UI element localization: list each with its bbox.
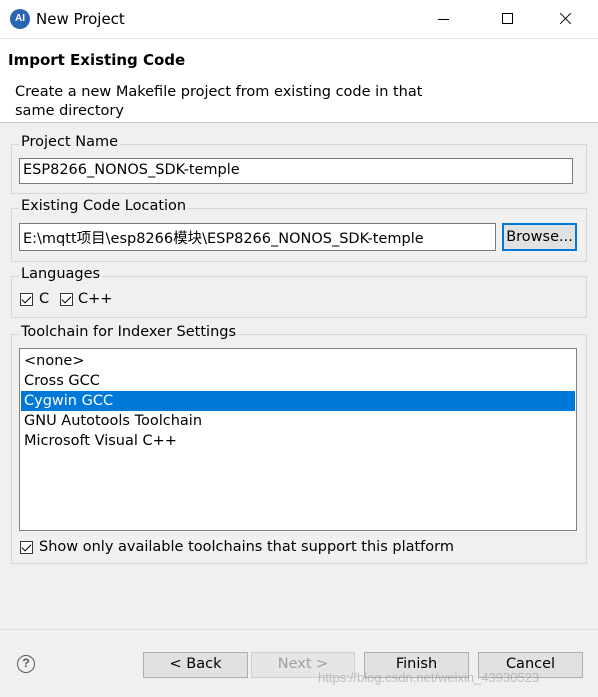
toolchain-option-msvc[interactable]: Microsoft Visual C++ (21, 431, 575, 451)
toolchain-option-cross-gcc[interactable]: Cross GCC (21, 371, 575, 391)
code-location-label: Existing Code Location (19, 198, 189, 214)
toolchain-label: Toolchain for Indexer Settings (19, 324, 239, 340)
app-logo-icon: AI (10, 9, 30, 29)
c-language-label: C (39, 291, 50, 307)
window-title: New Project (36, 10, 125, 28)
cpp-language-checkbox[interactable] (60, 293, 73, 306)
show-only-available-checkbox[interactable] (20, 541, 33, 554)
project-name-input[interactable]: ESP8266_NONOS_SDK-temple (19, 158, 573, 184)
languages-label: Languages (19, 266, 103, 282)
maximize-button[interactable] (484, 0, 530, 38)
browse-button[interactable]: Browse... (502, 223, 577, 251)
wizard-header: Import Existing Code Create a new Makefi… (0, 39, 598, 123)
footer-divider (0, 629, 598, 630)
project-name-label: Project Name (19, 134, 120, 150)
minimize-button[interactable] (420, 0, 466, 38)
show-only-available-label: Show only available toolchains that supp… (39, 539, 454, 555)
toolchain-list[interactable]: <none> Cross GCC Cygwin GCC GNU Autotool… (19, 348, 577, 531)
toolchain-option-cygwin-gcc[interactable]: Cygwin GCC (21, 391, 575, 411)
close-button[interactable] (542, 0, 588, 38)
c-language-checkbox[interactable] (20, 293, 33, 306)
cpp-language-label: C++ (78, 291, 113, 307)
help-icon[interactable]: ? (17, 655, 35, 673)
watermark-text: https://blog.csdn.net/weixin_43930523 (318, 670, 540, 685)
wizard-title: Import Existing Code (8, 51, 186, 69)
toolchain-option-none[interactable]: <none> (21, 351, 575, 371)
toolchain-option-gnu-autotools[interactable]: GNU Autotools Toolchain (21, 411, 575, 431)
wizard-description: Create a new Makefile project from exist… (15, 84, 423, 119)
back-button[interactable]: < Back (143, 652, 248, 678)
code-location-input[interactable]: E:\mqtt项目\esp8266模块\ESP8266_NONOS_SDK-te… (19, 223, 496, 251)
title-bar: AI New Project (0, 0, 598, 39)
